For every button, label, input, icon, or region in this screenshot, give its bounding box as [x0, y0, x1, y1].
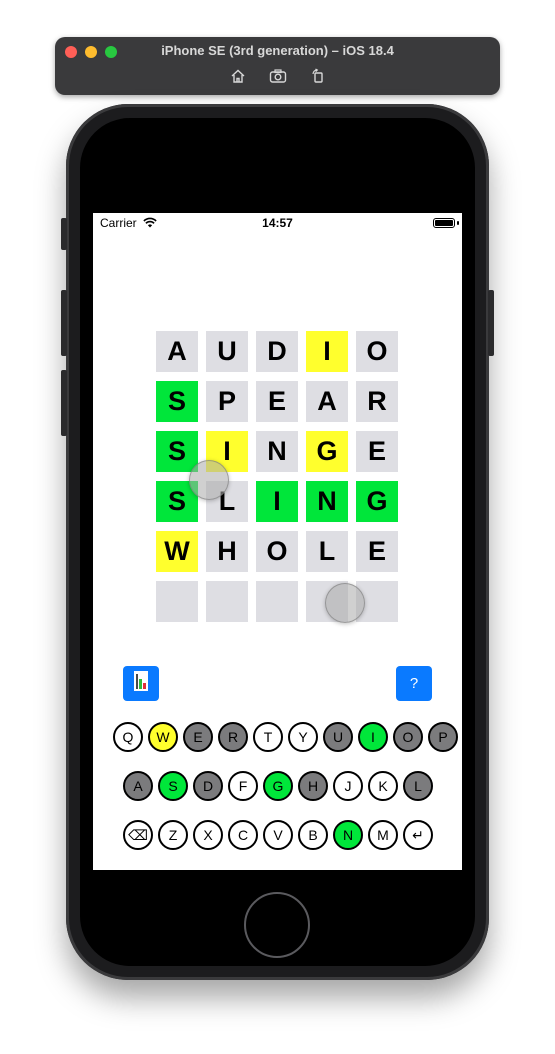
mute-switch [61, 218, 67, 250]
grid-tile: S [156, 381, 198, 422]
keyboard-row-2: ASDFGHJKL [123, 771, 433, 801]
key-r[interactable]: R [218, 722, 248, 752]
key-c[interactable]: C [228, 820, 258, 850]
grid-tile: N [306, 481, 348, 522]
rotate-icon[interactable] [309, 67, 327, 85]
stats-button[interactable] [123, 666, 159, 701]
grid-tile: O [256, 531, 298, 572]
keyboard-row-3: ⌫ Z X C V B N M ↵ [123, 820, 433, 850]
key-q[interactable]: Q [113, 722, 143, 752]
grid-tile: E [356, 431, 398, 472]
key-y[interactable]: Y [288, 722, 318, 752]
key-f[interactable]: F [228, 771, 258, 801]
grid-tile: E [256, 381, 298, 422]
key-s[interactable]: S [158, 771, 188, 801]
power-button [488, 290, 494, 356]
key-j[interactable]: J [333, 771, 363, 801]
key-n[interactable]: N [333, 820, 363, 850]
bar-chart-icon [133, 670, 149, 697]
volume-up-button [61, 290, 67, 356]
grid-tile: R [356, 381, 398, 422]
key-p[interactable]: P [428, 722, 458, 752]
grid-tile: P [206, 381, 248, 422]
grid-tile: S [156, 431, 198, 472]
grid-tile: U [206, 331, 248, 372]
grid-tile: L [306, 531, 348, 572]
status-time: 14:57 [262, 216, 293, 230]
enter-key[interactable]: ↵ [403, 820, 433, 850]
home-icon[interactable] [229, 67, 247, 85]
key-x[interactable]: X [193, 820, 223, 850]
key-z[interactable]: Z [158, 820, 188, 850]
key-o[interactable]: O [393, 722, 423, 752]
volume-down-button [61, 370, 67, 436]
simulator-title: iPhone SE (3rd generation) – iOS 18.4 [161, 43, 394, 58]
grid-tile [256, 581, 298, 622]
screenshot-icon[interactable] [269, 67, 287, 85]
grid-tile: A [306, 381, 348, 422]
key-w[interactable]: W [148, 722, 178, 752]
grid-tile [156, 581, 198, 622]
touch-indicator [189, 460, 229, 500]
grid-tile: I [306, 331, 348, 372]
key-h[interactable]: H [298, 771, 328, 801]
grid-tile: E [356, 531, 398, 572]
key-a[interactable]: A [123, 771, 153, 801]
key-k[interactable]: K [368, 771, 398, 801]
key-g[interactable]: G [263, 771, 293, 801]
grid-tile: G [306, 431, 348, 472]
keyboard-row-1: QWERTYUIOP [113, 722, 458, 752]
grid-tile: D [256, 331, 298, 372]
home-button[interactable] [244, 892, 310, 958]
grid-tile [206, 581, 248, 622]
key-d[interactable]: D [193, 771, 223, 801]
key-e[interactable]: E [183, 722, 213, 752]
key-v[interactable]: V [263, 820, 293, 850]
grid-tile: N [256, 431, 298, 472]
grid-tile: G [356, 481, 398, 522]
grid-tile: O [356, 331, 398, 372]
key-l[interactable]: L [403, 771, 433, 801]
key-m[interactable]: M [368, 820, 398, 850]
key-i[interactable]: I [358, 722, 388, 752]
key-t[interactable]: T [253, 722, 283, 752]
app-screen: Carrier 14:57 AUDIOSPEARSINGESLINGWHOLE … [93, 213, 462, 870]
grid-tile: I [256, 481, 298, 522]
help-button[interactable]: ? [396, 666, 432, 701]
touch-indicator [325, 583, 365, 623]
backspace-key[interactable]: ⌫ [123, 820, 153, 850]
grid-tile: A [156, 331, 198, 372]
battery-icon [433, 218, 455, 228]
status-bar: Carrier 14:57 [93, 213, 462, 233]
battery-tip [457, 221, 459, 225]
grid-tile: W [156, 531, 198, 572]
simulator-title-bar: iPhone SE (3rd generation) – iOS 18.4 [55, 37, 500, 95]
key-b[interactable]: B [298, 820, 328, 850]
grid-tile: H [206, 531, 248, 572]
key-u[interactable]: U [323, 722, 353, 752]
